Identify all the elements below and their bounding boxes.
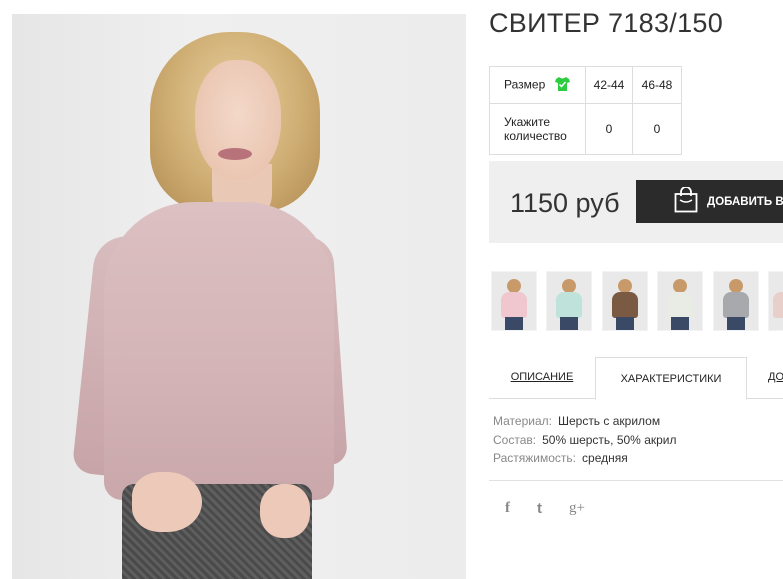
size-row: Размер 42-44 46-48 [489, 66, 682, 104]
size-table: Размер 42-44 46-48 Укажите количество 0 … [489, 66, 682, 155]
photo-sweater [104, 202, 334, 500]
thumbnail-sweater [501, 292, 527, 318]
thumbnail-legs [616, 317, 634, 330]
spec-value: 50% шерсть, 50% акрил [542, 432, 677, 447]
product-tabs: ОПИСАНИЕ ХАРАКТЕРИСТИКИ ДО [489, 357, 783, 400]
size-label: Размер [504, 77, 546, 92]
thumbnail-head [618, 279, 632, 293]
thumbnail[interactable] [491, 271, 537, 331]
spec-key: Состав: [493, 432, 537, 447]
quantity-label: Укажите количество [489, 103, 586, 155]
thumbnail-head [673, 279, 687, 293]
tab-delivery[interactable]: ДО [747, 357, 783, 397]
thumbnail-sweater [612, 292, 638, 318]
spec-material: Материал: Шерсть с акрилом [493, 412, 677, 431]
spec-value: средняя [582, 451, 628, 465]
thumbnail-sweater [773, 292, 783, 318]
thumbnail-legs [727, 317, 745, 330]
thumbnail[interactable] [713, 271, 759, 331]
size-label-cell: Размер [489, 66, 586, 104]
shirt-icon[interactable] [554, 76, 570, 94]
divider [489, 480, 783, 481]
thumbnail[interactable] [657, 271, 703, 331]
price-box: 1150 руб ДОБАВИТЬ В [489, 161, 783, 243]
thumbnail-legs [505, 317, 523, 330]
spec-key: Материал: [493, 414, 552, 428]
tab-characteristics[interactable]: ХАРАКТЕРИСТИКИ [595, 357, 747, 400]
thumbnail-legs [671, 317, 689, 330]
thumbnail-head [729, 279, 743, 293]
product-photo[interactable] [12, 14, 466, 579]
add-to-cart-label: ДОБАВИТЬ В [707, 195, 783, 208]
shopping-bag-icon [674, 186, 698, 216]
size-option[interactable]: 42-44 [585, 66, 633, 104]
photo-lips [218, 148, 252, 160]
product-title: СВИТЕР 7183/150 [489, 8, 724, 38]
thumbnail[interactable] [768, 271, 783, 331]
spec-value: Шерсть с акрилом [557, 414, 661, 428]
thumbnail[interactable] [602, 271, 648, 331]
spec-composition: Состав: 50% шерсть, 50% акрил [493, 431, 677, 450]
spec-list: Материал: Шерсть с акрилом Состав: 50% шер… [493, 412, 677, 468]
size-option[interactable]: 46-48 [632, 66, 682, 104]
quantity-input[interactable]: 0 [632, 103, 682, 155]
thumbnail[interactable] [546, 271, 592, 331]
thumbnail-head [507, 279, 521, 293]
thumbnail-legs [560, 317, 578, 330]
twitter-icon[interactable]: t [537, 500, 542, 517]
spec-key: Растяжимость: [493, 451, 577, 465]
google-plus-icon[interactable]: g+ [569, 500, 585, 517]
thumbnail-sweater [723, 292, 749, 318]
facebook-icon[interactable]: f [505, 500, 510, 517]
photo-face [195, 60, 281, 180]
quantity-row: Укажите количество 0 0 [489, 103, 682, 155]
tab-description[interactable]: ОПИСАНИЕ [489, 357, 595, 397]
photo-hand [132, 472, 202, 532]
photo-hand-right [260, 484, 310, 538]
thumbnail-sweater [556, 292, 582, 318]
thumbnail-head [562, 279, 576, 293]
quantity-input[interactable]: 0 [585, 103, 633, 155]
price: 1150 руб [510, 188, 620, 218]
add-to-cart-button[interactable]: ДОБАВИТЬ В [636, 180, 783, 223]
spec-stretch: Растяжимость: средняя [493, 449, 677, 468]
thumbnail-sweater [667, 292, 693, 318]
